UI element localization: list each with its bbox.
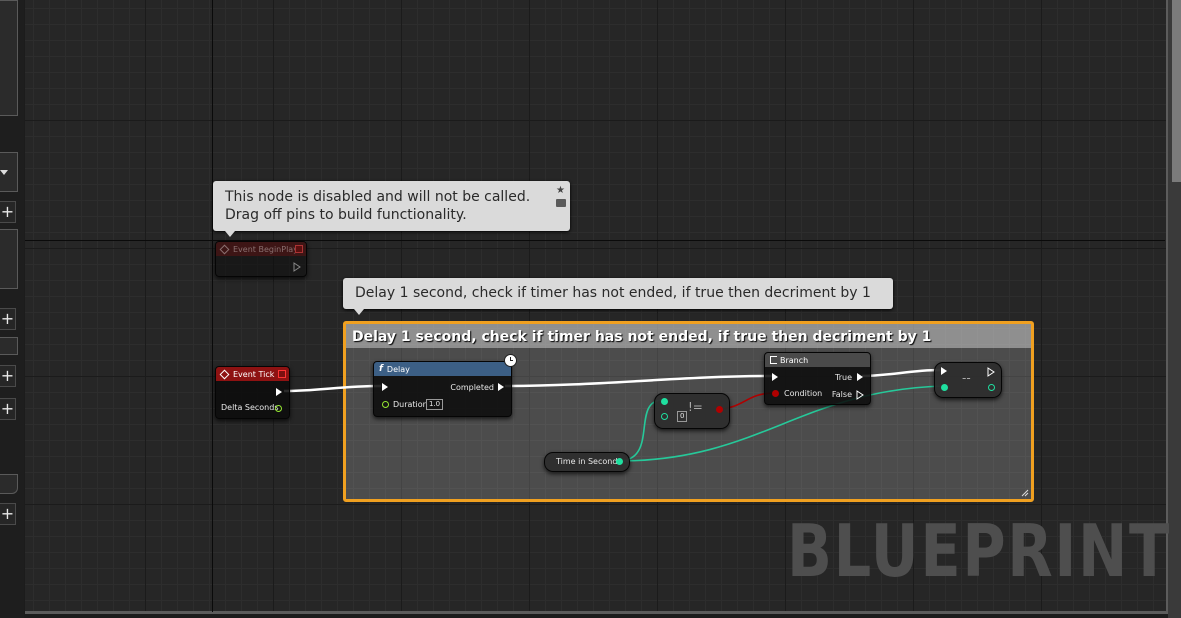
exec-in-pin[interactable] [941, 367, 947, 375]
input-label: Duration [393, 400, 428, 409]
exec-out-pin[interactable] [276, 388, 282, 396]
node-title: Branch [780, 355, 809, 365]
event-icon [219, 369, 230, 379]
exec-in-pin[interactable] [382, 383, 388, 391]
false-label: False [831, 390, 852, 399]
value-field[interactable]: 0 [677, 411, 688, 422]
exec-wire [861, 368, 941, 378]
bool-out-pin[interactable] [716, 406, 723, 413]
node-header: Event BeginPlay [216, 242, 306, 256]
delegate-pin-icon[interactable] [295, 245, 303, 253]
node-delay[interactable]: f Delay Completed Duration 1.0 [373, 354, 517, 417]
bool-in-pin[interactable] [772, 390, 779, 397]
node-header: f Delay [374, 362, 511, 376]
duration-field[interactable]: 1.0 [426, 399, 444, 410]
function-icon: f [379, 364, 383, 374]
output-label: Delta Seconds [221, 403, 279, 412]
clock-icon [504, 354, 517, 367]
node-title: Event Tick [233, 369, 275, 379]
node-title: Delay [386, 364, 410, 374]
comment-bubble-text: Delay 1 second, check if timer has not e… [355, 285, 871, 301]
condition-label: Condition [784, 389, 823, 398]
float-in-pin[interactable] [382, 401, 389, 408]
variable-label: Time in Seconds [556, 457, 622, 466]
exec-wire [283, 384, 382, 393]
float-out-pin[interactable] [275, 405, 282, 412]
node-event-tick[interactable]: Event Tick Delta Seconds [215, 366, 290, 419]
exec-in-pin[interactable] [772, 373, 778, 381]
operator-label: != [688, 400, 703, 414]
operator-label: -- [962, 371, 971, 385]
tooltip-tail [225, 231, 235, 237]
exec-out-pin[interactable] [498, 383, 504, 391]
exec-true-pin[interactable] [857, 373, 863, 381]
delegate-pin-icon[interactable] [278, 370, 286, 378]
pin-icon[interactable]: ★ [556, 185, 565, 196]
node-decrement[interactable]: -- [934, 362, 1002, 398]
int-out-pin[interactable] [988, 384, 995, 391]
disabled-node-tooltip: This node is disabled and will not be ca… [213, 181, 570, 237]
event-icon [219, 244, 230, 254]
wire-layer [283, 368, 945, 462]
node-not-equal[interactable]: 0 != [654, 393, 730, 429]
node-time-in-seconds[interactable]: Time in Seconds [544, 452, 630, 472]
true-label: True [835, 373, 852, 382]
int-in-pin-a[interactable] [661, 398, 668, 405]
node-header: Event Tick [216, 367, 289, 381]
tooltip-text-line2: Drag off pins to build functionality. [225, 207, 467, 223]
node-event-beginplay[interactable]: Event BeginPlay [215, 241, 307, 277]
node-branch[interactable]: Branch True Condition False [764, 352, 871, 405]
exec-false-pin[interactable] [856, 390, 864, 400]
comment-bubble[interactable]: Delay 1 second, check if timer has not e… [343, 278, 893, 315]
node-header: Branch [765, 353, 870, 367]
branch-icon [770, 356, 777, 364]
output-label: Completed [450, 383, 494, 392]
tooltip-text-line1: This node is disabled and will not be ca… [225, 189, 531, 205]
exec-wire [504, 374, 775, 388]
comment-icon[interactable] [556, 199, 566, 207]
exec-out-pin[interactable] [293, 262, 301, 272]
node-title: Event BeginPlay [233, 244, 298, 254]
int-in-pin-b[interactable] [661, 413, 668, 420]
bubble-tail [354, 309, 364, 315]
int-out-pin[interactable] [616, 458, 623, 465]
exec-out-pin[interactable] [987, 367, 995, 377]
int-in-pin[interactable] [941, 384, 948, 391]
